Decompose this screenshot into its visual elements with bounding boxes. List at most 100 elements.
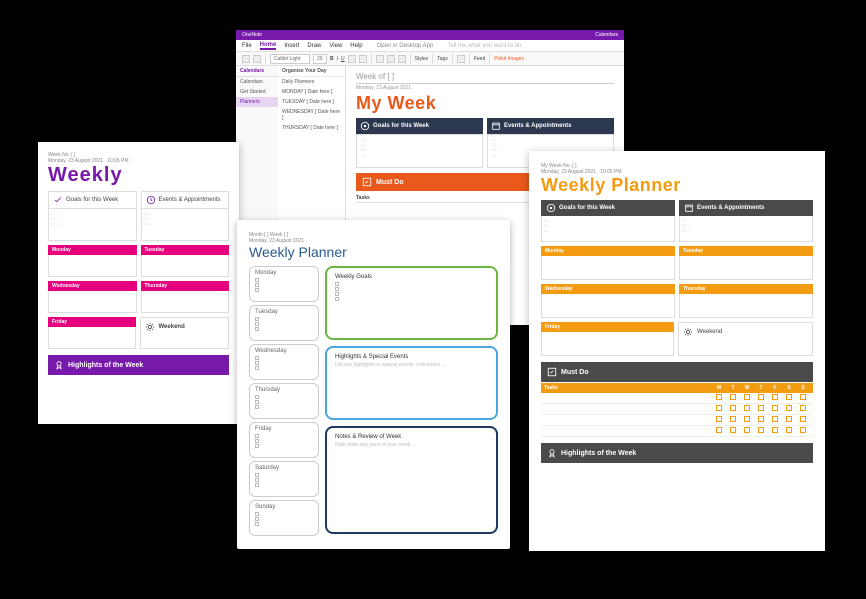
section-planners[interactable]: Planners xyxy=(236,97,278,107)
orange-weekend-box[interactable]: Weekend xyxy=(679,323,812,341)
task-row[interactable] xyxy=(541,426,813,437)
award-icon xyxy=(547,448,557,458)
orange-goals-body[interactable]: ☐ …☐ …☐ … xyxy=(541,216,675,242)
tuesday-body[interactable] xyxy=(141,255,230,277)
menu-home[interactable]: Home xyxy=(260,42,277,50)
blue-notes-label: Notes & Review of Week xyxy=(335,434,488,440)
page-wed[interactable]: WEDNESDAY [ Date here ] xyxy=(278,107,345,123)
undo-icon[interactable] xyxy=(242,55,250,63)
orange-mon-body[interactable] xyxy=(541,256,675,280)
pickit-button[interactable]: Pickit Images xyxy=(494,56,524,62)
orange-tuesday: Tuesday xyxy=(679,246,813,256)
orange-wed-body[interactable] xyxy=(541,294,675,318)
page-daily[interactable]: Daily Planners xyxy=(278,77,345,87)
styles-dropdown[interactable]: Styles xyxy=(415,56,429,62)
italic-button[interactable]: I xyxy=(337,56,338,62)
purple-goals-body[interactable]: ☐ …☐ …☐ … xyxy=(48,209,137,241)
font-select[interactable]: Calibri Light xyxy=(270,54,310,64)
indent-icon[interactable] xyxy=(398,55,406,63)
page-title[interactable]: Week of [ ] xyxy=(356,72,614,84)
font-color-icon[interactable] xyxy=(359,55,367,63)
friday-body[interactable] xyxy=(48,327,136,349)
section-get-started[interactable]: Get Started xyxy=(236,87,278,97)
day-thursday: Thursday xyxy=(141,281,230,291)
purple-goals-header: Goals for this Week xyxy=(48,191,137,209)
menu-file[interactable]: File xyxy=(242,43,252,49)
blue-thu-label: Thursday xyxy=(255,387,280,393)
blue-monday[interactable]: Monday xyxy=(249,266,319,302)
underline-button[interactable]: U xyxy=(341,56,345,62)
ocol-t1: T xyxy=(726,385,740,391)
blue-goals-label: Weekly Goals xyxy=(335,274,488,280)
blue-sun-label: Sunday xyxy=(255,504,275,510)
highlight-icon[interactable] xyxy=(348,55,356,63)
orange-weekend-label: Weekend xyxy=(697,329,722,335)
blue-highlights-box[interactable]: Highlights & Special Events List any hig… xyxy=(325,346,498,420)
menu-draw[interactable]: Draw xyxy=(307,43,321,49)
ocol-s2: S xyxy=(796,385,810,391)
bullets-icon[interactable] xyxy=(376,55,384,63)
blue-thursday[interactable]: Thursday xyxy=(249,383,319,419)
orange-highlights-header: Highlights of the Week xyxy=(541,443,813,463)
task-row[interactable] xyxy=(541,393,813,404)
ocol-t2: T xyxy=(754,385,768,391)
menu-view[interactable]: View xyxy=(329,43,342,49)
blue-saturday[interactable]: Saturday xyxy=(249,461,319,497)
blue-tuesday[interactable]: Tuesday xyxy=(249,305,319,341)
purple-events-label: Events & Appointments xyxy=(159,197,221,203)
orange-heading: Weekly Planner xyxy=(541,175,813,196)
onenote-ribbon: Calibri Light 20 B I U Styles Tags Feed … xyxy=(236,52,624,66)
tell-me-search[interactable]: Tell me what you want to do xyxy=(447,43,521,49)
font-size-select[interactable]: 20 xyxy=(313,54,327,64)
events-label: Events & Appointments xyxy=(504,123,571,129)
blue-fri-label: Friday xyxy=(255,426,272,432)
monday-body[interactable] xyxy=(48,255,137,277)
purple-events-body[interactable]: ☐ …☐ …☐ … xyxy=(141,209,230,241)
orange-events-body[interactable]: ☐ …☐ …☐ … xyxy=(679,216,813,242)
blue-notes-box[interactable]: Notes & Review of Week Note down key par… xyxy=(325,426,498,534)
app-name: OneNote xyxy=(242,32,262,38)
orange-events-label: Events & Appointments xyxy=(697,205,764,211)
weekend-box[interactable]: Weekend xyxy=(141,318,229,336)
ocol-m: M xyxy=(712,385,726,391)
task-row[interactable] xyxy=(541,404,813,415)
task-row[interactable] xyxy=(541,415,813,426)
blue-sunday[interactable]: Sunday xyxy=(249,500,319,536)
numbering-icon[interactable] xyxy=(387,55,395,63)
blue-highlights-sub: List any highlights or special events, m… xyxy=(335,362,488,368)
page-mon[interactable]: MONDAY [ Date here ] xyxy=(278,87,345,97)
orange-fri-body[interactable] xyxy=(541,332,674,356)
orange-thu-body[interactable] xyxy=(679,294,813,318)
open-desktop-link[interactable]: Open in Desktop App xyxy=(377,43,434,49)
bold-button[interactable]: B xyxy=(330,56,334,62)
wednesday-body[interactable] xyxy=(48,291,137,313)
sun-icon xyxy=(145,322,155,332)
feed-button[interactable]: Feed xyxy=(474,56,485,62)
goals-body[interactable]: ☐ …☐ …☐ …☐ … xyxy=(356,134,483,168)
page-tue[interactable]: TUESDAY [ Date here ] xyxy=(278,97,345,107)
calendar-icon xyxy=(684,203,694,213)
onenote-menu: File Home Insert Draw View Help Open in … xyxy=(236,40,624,52)
blue-goals-box[interactable]: Weekly Goals xyxy=(325,266,498,340)
check-icon xyxy=(53,195,63,205)
section-calendars[interactable]: Calendars xyxy=(236,77,278,87)
blue-friday[interactable]: Friday xyxy=(249,422,319,458)
orange-planner-template: My Week No. [ ] Monday, 23 August 2021 1… xyxy=(529,151,825,551)
purple-heading: Weekly xyxy=(48,164,229,187)
clipboard-icon[interactable] xyxy=(253,55,261,63)
dictate-icon[interactable] xyxy=(457,55,465,63)
onenote-titlebar: OneNote Calendars xyxy=(236,30,624,40)
thursday-body[interactable] xyxy=(141,291,230,313)
notebook-picker[interactable]: Calendars xyxy=(595,32,618,38)
day-wednesday: Wednesday xyxy=(48,281,137,291)
pages-header: Organise Your Day xyxy=(278,66,345,77)
orange-tue-body[interactable] xyxy=(679,256,813,280)
tags-dropdown[interactable]: Tags xyxy=(437,56,448,62)
notebook-header[interactable]: Calendars xyxy=(236,66,278,77)
orange-thursday: Thursday xyxy=(679,284,813,294)
orange-friday: Friday xyxy=(541,322,674,332)
menu-help[interactable]: Help xyxy=(350,43,362,49)
page-thu[interactable]: THURSDAY [ Date here ] xyxy=(278,123,345,133)
menu-insert[interactable]: Insert xyxy=(284,43,299,49)
blue-wednesday[interactable]: Wednesday xyxy=(249,344,319,380)
